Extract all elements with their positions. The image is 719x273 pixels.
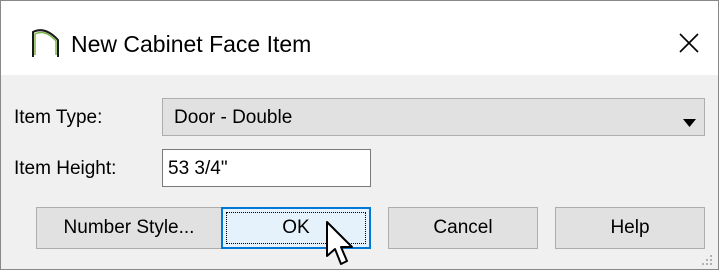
item-height-field[interactable]: 53 3/4" — [162, 149, 371, 187]
dropdown-arrow-icon — [683, 114, 696, 132]
number-style-button-label: Number Style... — [63, 217, 195, 238]
item-height-label: Item Height: — [14, 158, 117, 179]
help-button[interactable]: Help — [555, 207, 705, 249]
title-bar[interactable]: New Cabinet Face Item — [1, 1, 718, 75]
arch-icon — [31, 26, 61, 58]
help-button-label: Help — [610, 217, 650, 238]
close-button[interactable] — [669, 23, 709, 63]
number-style-button[interactable]: Number Style... — [36, 207, 222, 249]
close-icon — [679, 33, 699, 53]
dialog-title: New Cabinet Face Item — [71, 31, 312, 57]
item-type-value: Door - Double — [174, 107, 293, 128]
cancel-button-label: Cancel — [433, 217, 493, 238]
mouse-pointer-icon — [325, 220, 355, 273]
item-type-select[interactable]: Door - Double — [162, 98, 705, 136]
cancel-button[interactable]: Cancel — [388, 207, 538, 249]
resize-grip-icon[interactable] — [701, 253, 713, 271]
item-height-value: 53 3/4" — [168, 158, 228, 179]
item-type-label: Item Type: — [14, 107, 103, 128]
new-cabinet-face-item-dialog: New Cabinet Face Item Item Type: Door - … — [0, 0, 719, 270]
